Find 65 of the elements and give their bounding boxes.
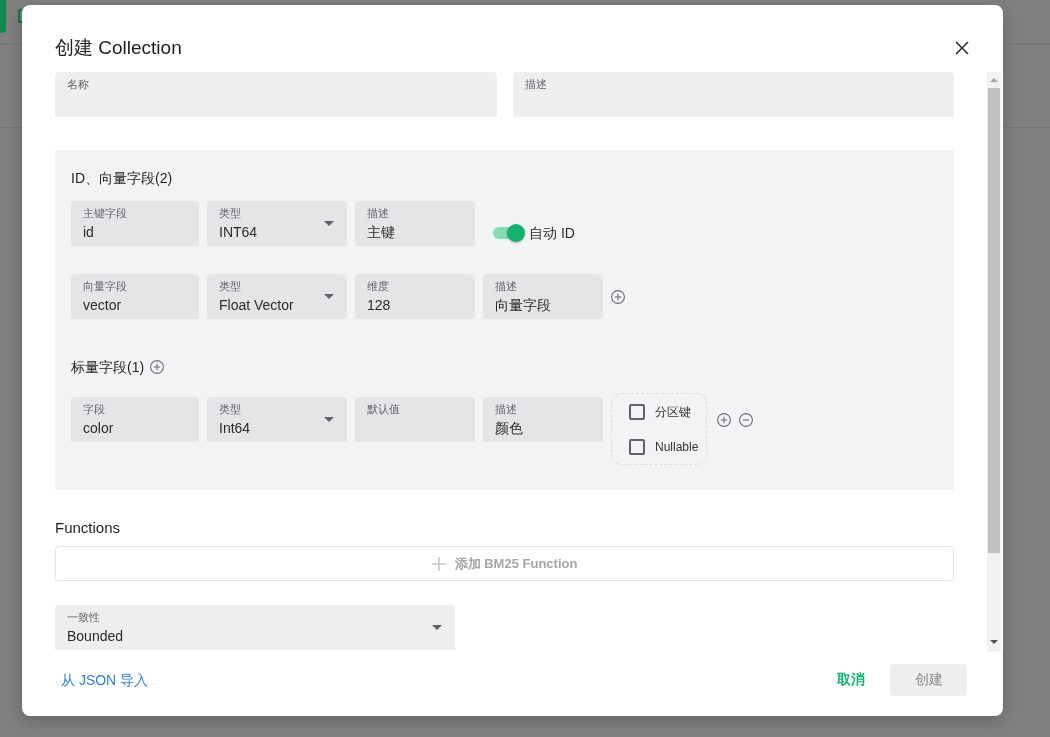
field-value: 主键: [367, 223, 395, 242]
field-label: 默认值: [367, 402, 400, 416]
field-label: 维度: [367, 279, 389, 293]
add-icon[interactable]: [611, 290, 625, 304]
text-field[interactable]: 名称: [55, 72, 497, 117]
caret-up-icon: [990, 78, 998, 82]
toggle-label: 自动 ID: [529, 224, 575, 243]
field-label: 类型: [219, 206, 241, 220]
toggle-switch[interactable]: [493, 223, 525, 243]
field-value: INT64: [219, 223, 258, 242]
text-field[interactable]: 默认值: [355, 397, 475, 442]
add-icon[interactable]: [150, 360, 165, 374]
checkbox[interactable]: [629, 404, 645, 420]
text-field[interactable]: 描述 向量字段: [483, 274, 603, 319]
checkbox[interactable]: [629, 439, 645, 455]
field-value: 向量字段: [495, 296, 551, 315]
field-label: 描述: [367, 206, 389, 220]
caret-icon: [324, 221, 334, 226]
caret-icon: [324, 294, 334, 299]
field-value: Int64: [219, 419, 251, 438]
text-field[interactable]: 描述: [512, 72, 954, 117]
text-field[interactable]: 主键字段 id: [71, 201, 199, 246]
field-value: Float Vector: [219, 296, 294, 315]
field-value: id: [83, 223, 94, 242]
field-value: color: [83, 419, 114, 438]
field-value: 颜色: [495, 419, 523, 438]
select-field[interactable]: 一致性 Bounded: [55, 605, 455, 650]
dialog-title: 创建 Collection: [55, 36, 182, 60]
caret-icon: [432, 625, 442, 630]
text-field[interactable]: 描述 主键: [355, 201, 475, 246]
section-title: 标量字段(1): [71, 358, 145, 377]
section-title: Functions: [55, 518, 121, 538]
scrollbar-thumb[interactable]: [988, 88, 1000, 553]
section-title: ID、向量字段(2): [71, 169, 173, 188]
field-label: 类型: [219, 402, 241, 416]
caret-icon: [324, 417, 334, 422]
import-json-link[interactable]: 从 JSON 导入: [61, 670, 149, 690]
text-field[interactable]: 向量字段 vector: [71, 274, 199, 319]
close-button[interactable]: [954, 40, 970, 56]
text-field[interactable]: 字段 color: [71, 397, 199, 442]
select-field[interactable]: 类型 INT64: [207, 201, 347, 246]
field-label: 描述: [495, 279, 517, 293]
select-field[interactable]: 类型 Float Vector: [207, 274, 347, 319]
field-label: 向量字段: [83, 279, 127, 293]
field-label: 名称: [67, 77, 89, 91]
field-label: 描述: [495, 402, 517, 416]
field-label: 主键字段: [83, 206, 127, 220]
checkbox-label: Nullable: [655, 439, 699, 455]
field-value: 128: [367, 296, 391, 315]
plus-icon: [431, 556, 446, 571]
select-field[interactable]: 类型 Int64: [207, 397, 347, 442]
field-label: 类型: [219, 279, 241, 293]
field-label: 字段: [83, 402, 105, 416]
text-field[interactable]: 维度 128: [355, 274, 475, 319]
caret-down-icon: [990, 640, 998, 644]
scrollbar[interactable]: [987, 72, 1001, 652]
field-value: vector: [83, 296, 122, 315]
add-icon[interactable]: [717, 413, 731, 427]
field-label: 描述: [524, 77, 547, 91]
close-icon: [955, 41, 969, 55]
remove-icon[interactable]: [739, 413, 753, 427]
field-value: Bounded: [67, 627, 124, 646]
checkbox-label: 分区键: [655, 404, 691, 420]
text-field[interactable]: 描述 颜色: [483, 397, 603, 442]
field-label: 一致性: [67, 610, 100, 624]
